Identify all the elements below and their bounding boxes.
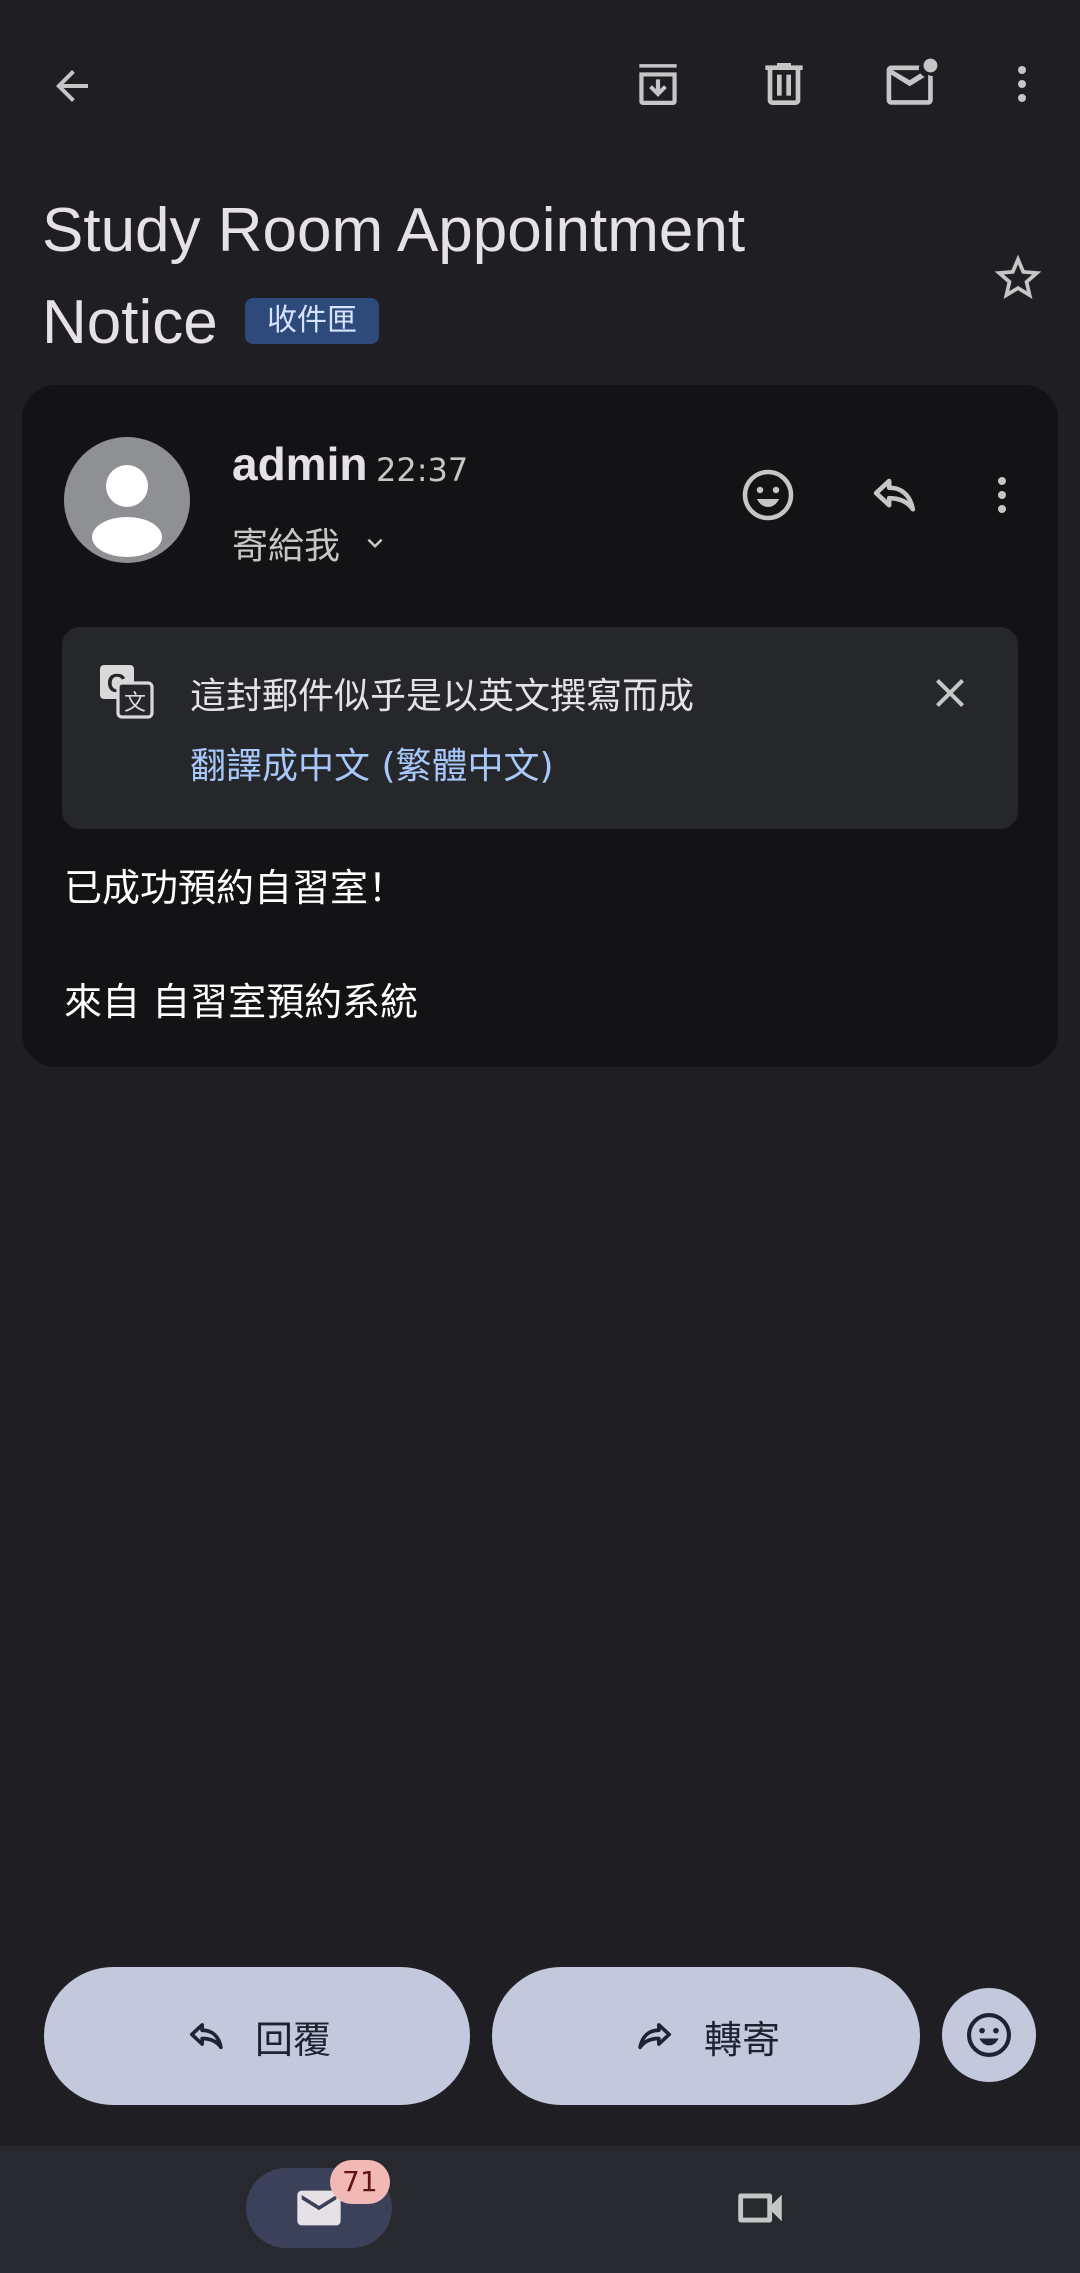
default-person-icon (92, 465, 162, 557)
mark-unread-icon (886, 58, 938, 105)
more-vert-icon (1018, 66, 1026, 102)
reply-button[interactable] (854, 455, 934, 535)
message-time: 22:37 (376, 451, 469, 489)
star-button[interactable] (982, 242, 1054, 314)
google-translate-icon: G 文 (100, 665, 154, 719)
delete-icon (765, 63, 803, 105)
avatar[interactable] (64, 437, 190, 563)
delete-button[interactable] (748, 48, 820, 120)
message-body-line: 已成功預約自習室！ (64, 866, 407, 910)
close-icon (936, 679, 964, 707)
email-view-screen: Study Room Appointment Notice 收件匣 admin … (0, 0, 1080, 2273)
message-card: admin 22:37 寄給我 G 文 這封郵件似乎是以英文撰寫而成 翻譯成中文… (22, 385, 1058, 1067)
chevron-down-icon (367, 538, 383, 548)
video-camera-icon (738, 2193, 782, 2223)
add-reaction-button[interactable] (728, 455, 808, 535)
translate-notice: 這封郵件似乎是以英文撰寫而成 (190, 676, 695, 717)
forward-icon (638, 2023, 671, 2050)
back-button[interactable] (36, 50, 108, 122)
more-options-button[interactable] (986, 48, 1058, 120)
translate-banner: G 文 這封郵件似乎是以英文撰寫而成 翻譯成中文 (繁體中文) (62, 627, 1018, 829)
top-app-bar (0, 0, 1080, 170)
svg-text:文: 文 (124, 691, 146, 716)
more-vert-icon (998, 477, 1006, 513)
back-arrow-icon (56, 70, 88, 102)
message-more-button[interactable] (962, 455, 1042, 535)
reply-action-button[interactable]: 回覆 (44, 1967, 470, 2105)
mark-unread-button[interactable] (874, 48, 950, 120)
star-outline-icon (994, 254, 1042, 299)
bottom-navigation (0, 2146, 1080, 2273)
inbox-label-chip[interactable]: 收件匣 (244, 297, 379, 344)
reply-label: 回覆 (254, 2017, 331, 2062)
unread-count-badge: 71 (330, 2160, 390, 2204)
archive-button[interactable] (622, 48, 694, 120)
forward-label: 轉寄 (703, 2017, 780, 2062)
forward-action-button[interactable]: 轉寄 (492, 1967, 920, 2105)
add-reaction-icon (967, 2013, 1011, 2057)
archive-icon (639, 64, 677, 105)
subject-title: Study Room Appointment Notice (42, 196, 746, 357)
reaction-button[interactable] (942, 1988, 1036, 2082)
add-reaction-icon (742, 469, 794, 521)
reply-icon (189, 2023, 223, 2050)
email-subject: Study Room Appointment Notice 收件匣 (42, 185, 922, 369)
recipient-label: 寄給我 (232, 526, 341, 567)
reply-icon (873, 478, 916, 512)
translate-link[interactable]: 翻譯成中文 (繁體中文) (190, 737, 554, 789)
dismiss-translate-button[interactable] (914, 657, 986, 729)
nav-meet-tab[interactable] (720, 2168, 800, 2248)
sender-name[interactable]: admin (232, 437, 367, 491)
recipient-details-toggle[interactable]: 寄給我 (232, 517, 390, 569)
message-body-line: 來自 自習室預約系統 (64, 980, 419, 1024)
